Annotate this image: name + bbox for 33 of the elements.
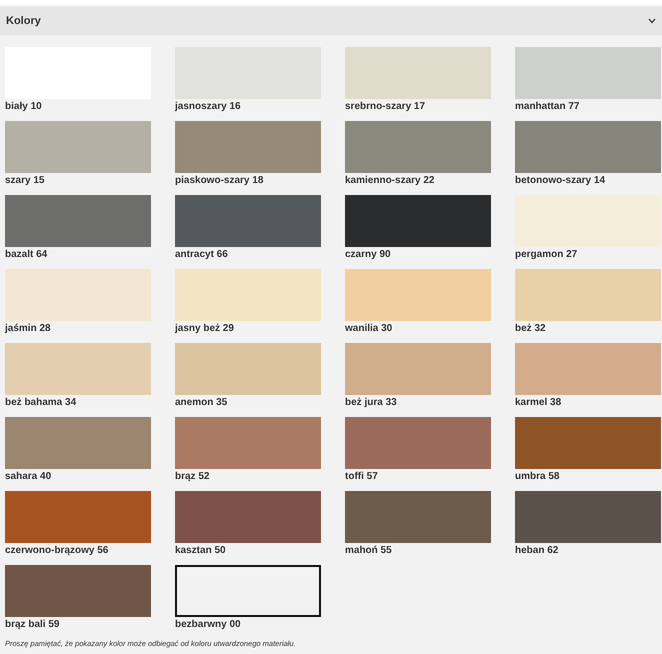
color-name: betonowo-szary 14 [515, 175, 606, 186]
color-name: beż jura 33 [345, 397, 398, 408]
color-name: czarny 90 [345, 249, 392, 260]
color-name: jaśmin 28 [5, 323, 52, 334]
color-name: kamienno-szary 22 [345, 175, 436, 186]
color-name: antracyt 66 [175, 249, 229, 260]
color-name: kasztan 50 [175, 545, 227, 556]
color-name: brąz 52 [175, 471, 210, 482]
color-name: heban 62 [515, 545, 560, 556]
chevron-icon[interactable] [648, 18, 656, 24]
color-name: beż 32 [515, 323, 547, 334]
color-name: beż bahama 34 [5, 397, 78, 408]
color-name: szary 15 [5, 175, 46, 186]
section-title: Kolory [6, 15, 41, 27]
color-name: pergamon 27 [515, 249, 578, 260]
color-name: toffi 57 [345, 471, 379, 482]
color-name: bazalt 64 [5, 249, 48, 260]
color-name: anemon 35 [175, 397, 228, 408]
color-name: karmel 38 [515, 397, 562, 408]
color-name: biały 10 [5, 101, 43, 112]
color-name: brąz bali 59 [5, 619, 60, 630]
color-name: jasny beż 29 [175, 323, 235, 334]
color-name: jasnoszary 16 [175, 101, 242, 112]
color-name: piaskowo-szary 18 [175, 175, 264, 186]
color-name: czerwono-brązowy 56 [5, 545, 110, 556]
color-name: manhattan 77 [515, 101, 580, 112]
color-name: srebrno-szary 17 [345, 101, 426, 112]
section-header[interactable]: Kolory [0, 7, 662, 35]
color-name: bezbarwny 00 [175, 619, 242, 630]
color-name: mahoń 55 [345, 545, 393, 556]
color-name: umbra 58 [515, 471, 560, 482]
color-name: sahara 40 [5, 471, 52, 482]
color-name: wanilia 30 [345, 323, 394, 334]
